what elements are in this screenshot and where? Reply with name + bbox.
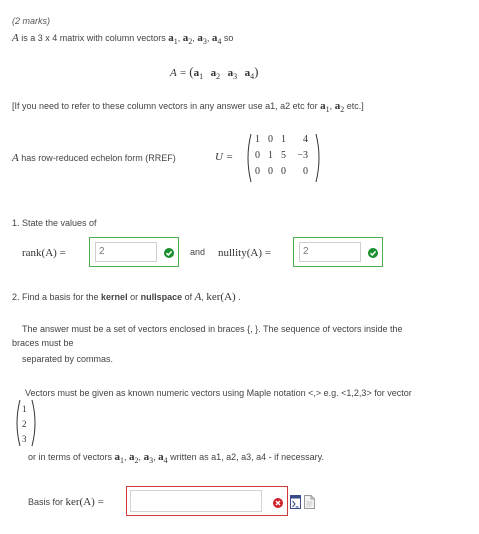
- marks-label: (2 marks): [12, 16, 50, 26]
- vector-a2: a2: [182, 32, 193, 46]
- q2-kernel: kernel: [101, 292, 128, 302]
- u-cell: 1: [255, 134, 260, 145]
- equation-editor-icon[interactable]: [290, 495, 301, 509]
- line5-post: written as a1, a2, a3, a4 - if necessary…: [167, 452, 324, 462]
- note-a2: a2: [334, 100, 345, 114]
- q2-or: or: [127, 292, 141, 302]
- basis-answer-box: [126, 486, 288, 516]
- and-label: and: [190, 247, 206, 257]
- inst-a4: a4: [158, 451, 168, 465]
- note-end: etc.]: [344, 101, 364, 111]
- example-vector: 1 2 3: [22, 402, 27, 447]
- u-right-paren: [315, 133, 320, 183]
- matrix-definition: A = (a1 a2 a3 a4): [170, 64, 258, 81]
- u-cell: 1: [268, 150, 273, 161]
- instructions-line-2: braces must be: [12, 338, 74, 348]
- q2-dot: .: [235, 292, 241, 302]
- instructions-line-3: separated by commas.: [22, 354, 114, 364]
- intro-line: A is a 3 x 4 matrix with column vectors …: [12, 32, 234, 46]
- q2-ker: ker(A): [206, 291, 236, 303]
- instructions-line-4: Vectors must be given as known numeric v…: [25, 388, 412, 398]
- note-text: [If you need to refer to these column ve…: [12, 101, 321, 111]
- example-left-paren: [16, 399, 21, 447]
- u-cell: 1: [281, 134, 286, 145]
- check-icon: [164, 248, 174, 258]
- basis-label-text: Basis for: [28, 497, 66, 507]
- q2-nullspace: nullspace: [140, 292, 183, 302]
- rref-a-symbol: A: [12, 152, 19, 164]
- intro-so: so: [223, 33, 234, 43]
- instructions-line-1: The answer must be a set of vectors encl…: [22, 324, 403, 334]
- u-cell: 4: [303, 134, 308, 145]
- rref-text: has row-reduced echelon form (RREF): [18, 153, 176, 163]
- u-cell: 0: [303, 166, 308, 177]
- q2-of: of: [182, 292, 195, 302]
- q2-pre: 2. Find a basis for the: [12, 292, 102, 302]
- def-a2: a2: [210, 67, 221, 81]
- inst-a2: a2: [129, 451, 139, 465]
- vector-a4: a4: [211, 32, 222, 46]
- note-a1: a1: [320, 100, 330, 114]
- rank-answer-box: 2: [89, 237, 179, 267]
- inst-a3: a3: [143, 451, 154, 465]
- line5-pre: or in terms of vectors: [28, 452, 115, 462]
- rref-label: A has row-reduced echelon form (RREF): [12, 152, 176, 164]
- intro-text: is a 3 x 4 matrix with column vectors: [18, 33, 169, 43]
- rref-lhs: U =: [215, 151, 234, 163]
- inst-a1: a1: [114, 451, 125, 465]
- definition-lhs: A =: [170, 67, 187, 79]
- right-paren: ): [254, 64, 259, 79]
- basis-label: Basis for ker(A) =: [28, 496, 104, 508]
- u-cell: −3: [297, 150, 308, 161]
- u-cell: 5: [281, 150, 286, 161]
- nullity-input[interactable]: 2: [299, 242, 361, 262]
- error-icon: [273, 498, 283, 508]
- rank-label: rank(A) =: [22, 247, 66, 259]
- note-line: [If you need to refer to these column ve…: [12, 100, 364, 114]
- matrix-a-symbol: A: [12, 32, 19, 44]
- u-cell: 0: [268, 134, 273, 145]
- nullity-label: nullity(A) =: [218, 247, 271, 259]
- def-a4: a4: [244, 67, 255, 81]
- example-right-paren: [31, 399, 36, 447]
- rank-input[interactable]: 2: [95, 242, 157, 262]
- u-cell: 0: [281, 166, 286, 177]
- vector-a1: a1: [168, 32, 178, 46]
- u-cell: 0: [268, 166, 273, 177]
- question-2-text: 2. Find a basis for the kernel or nullsp…: [12, 291, 241, 303]
- example-entry: 3: [22, 434, 27, 444]
- u-cell: 0: [255, 150, 260, 161]
- check-icon: [368, 248, 378, 258]
- example-entry: 1: [22, 404, 27, 414]
- preview-icon[interactable]: [304, 495, 315, 509]
- basis-ker: ker(A) =: [65, 496, 104, 508]
- nullity-answer-box: 2: [293, 237, 383, 267]
- question-1-text: 1. State the values of: [12, 218, 97, 228]
- def-a3: a3: [227, 67, 238, 81]
- basis-input[interactable]: [130, 490, 262, 512]
- u-matrix: 1 0 1 4 0 1 5 −3 0 0 0 0: [251, 134, 312, 182]
- example-entry: 2: [22, 419, 27, 429]
- instructions-line-5: or in terms of vectors a1, a2, a3, a4 wr…: [28, 451, 324, 465]
- vector-a3: a3: [197, 32, 207, 46]
- u-cell: 0: [255, 166, 260, 177]
- def-a1: a1: [193, 67, 204, 81]
